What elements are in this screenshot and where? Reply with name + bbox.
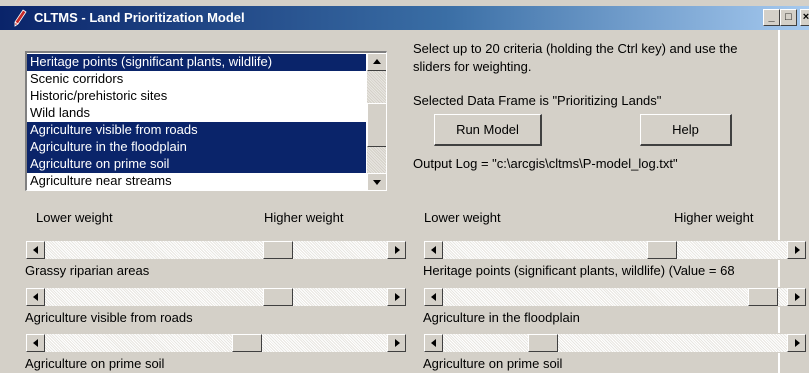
slider-left-button[interactable] [424,288,443,306]
arrow-left-icon [33,293,38,301]
criteria-list-item[interactable]: Scenic corridors [27,71,366,88]
arrow-left-icon [33,339,38,347]
criteria-listbox[interactable]: Heritage points (significant plants, wil… [25,51,387,191]
criteria-list-item[interactable]: Agriculture on prime soil [27,156,366,173]
arrow-right-icon [795,246,800,254]
scroll-up-button[interactable] [367,53,386,71]
arrow-right-icon [795,293,800,301]
instruction-line-2: sliders for weighting. [413,59,532,74]
left-weight-slider[interactable] [25,240,407,260]
criteria-list-item[interactable]: Wild lands [27,105,366,122]
arrow-right-icon [395,293,400,301]
arrow-down-icon [373,180,381,185]
slider-left-button[interactable] [424,334,443,352]
arrow-right-icon [395,246,400,254]
left-weight-slider[interactable] [25,287,407,307]
left-lower-weight-label: Lower weight [36,210,113,225]
right-slider-label: Agriculture on prime soil [423,356,563,371]
slider-left-button[interactable] [26,241,45,259]
scroll-thumb[interactable] [367,103,386,147]
slider-right-button[interactable] [787,334,806,352]
instruction-line-1: Select up to 20 criteria (holding the Ct… [413,41,738,56]
left-higher-weight-label: Higher weight [264,210,344,225]
arrow-left-icon [431,246,436,254]
right-slider-label: Heritage points (significant plants, wil… [423,263,735,278]
slider-right-button[interactable] [787,241,806,259]
right-slider-label: Agriculture in the floodplain [423,310,580,325]
criteria-list-item[interactable]: Agriculture in the floodplain [27,139,366,156]
app-window: CLTMS - Land Prioritization Model _ □ × … [0,0,809,373]
slider-left-button[interactable] [26,288,45,306]
slider-right-button[interactable] [387,334,406,352]
slider-right-button[interactable] [387,288,406,306]
arrow-left-icon [431,339,436,347]
right-weight-slider[interactable] [423,287,807,307]
slider-thumb[interactable] [263,288,293,306]
maximize-button[interactable]: □ [780,9,797,26]
data-frame-text: Selected Data Frame is "Prioritizing Lan… [413,93,662,108]
arrow-left-icon [33,246,38,254]
slider-right-button[interactable] [387,241,406,259]
slider-thumb[interactable] [647,241,677,259]
app-pen-icon [14,9,27,27]
scroll-down-button[interactable] [367,173,386,190]
instruction-text: Select up to 20 criteria (holding the Ct… [413,40,737,76]
right-lower-weight-label: Lower weight [424,210,501,225]
minimize-button[interactable]: _ [763,9,780,26]
run-model-button[interactable]: Run Model [434,114,542,146]
arrow-left-icon [431,293,436,301]
right-weight-slider[interactable] [423,240,807,260]
slider-right-button[interactable] [787,288,806,306]
criteria-list-item[interactable]: Agriculture visible from roads [27,122,366,139]
slider-thumb[interactable] [232,334,262,352]
right-higher-weight-label: Higher weight [674,210,754,225]
title-bar[interactable]: CLTMS - Land Prioritization Model _ □ × [0,6,809,30]
slider-thumb[interactable] [748,288,778,306]
slider-left-button[interactable] [424,241,443,259]
help-button[interactable]: Help [640,114,732,146]
arrow-right-icon [395,339,400,347]
criteria-list-item[interactable]: Agriculture near streams [27,173,366,190]
slider-left-button[interactable] [26,334,45,352]
slider-thumb[interactable] [528,334,558,352]
left-weight-slider[interactable] [25,333,407,353]
close-button[interactable]: × [800,9,809,26]
arrow-right-icon [795,339,800,347]
criteria-list-scrollbar[interactable] [367,53,386,190]
window-title: CLTMS - Land Prioritization Model [34,10,245,25]
arrow-up-icon [373,59,381,64]
slider-thumb[interactable] [263,241,293,259]
output-log-text: Output Log = "c:\arcgis\cltms\P-model_lo… [413,156,678,171]
right-weight-slider[interactable] [423,333,807,353]
criteria-list-item[interactable]: Historic/prehistoric sites [27,88,366,105]
criteria-list-item[interactable]: Heritage points (significant plants, wil… [27,54,366,71]
criteria-list-items: Heritage points (significant plants, wil… [27,54,366,190]
